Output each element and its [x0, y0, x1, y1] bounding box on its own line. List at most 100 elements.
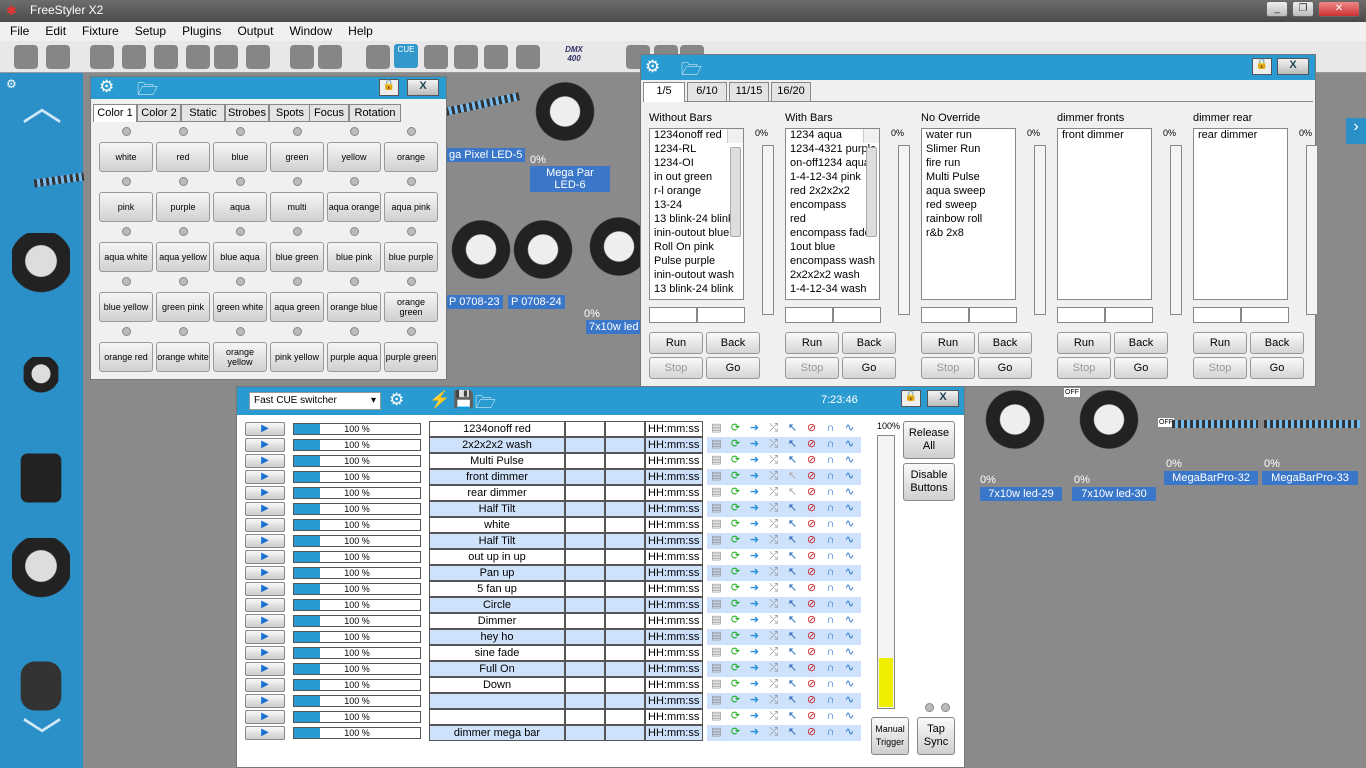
cue-time[interactable]: HH:mm:ss: [645, 501, 703, 517]
play-button[interactable]: ▶: [245, 470, 285, 484]
fixture-label[interactable]: ga Pixel LED-5: [446, 148, 526, 162]
cue-time[interactable]: HH:mm:ss: [645, 421, 703, 437]
play-button[interactable]: ▶: [245, 534, 285, 548]
mute-icon[interactable]: ⊘: [802, 533, 821, 548]
cue-cell[interactable]: [605, 533, 645, 549]
next-icon[interactable]: ➜: [745, 581, 764, 596]
cue-level-bar[interactable]: 100 %: [293, 583, 421, 595]
cursor-icon[interactable]: ↖: [783, 565, 802, 580]
lock-icon[interactable]: 🔒: [379, 79, 399, 96]
color-button-orange-red[interactable]: orange red: [99, 342, 153, 372]
play-button[interactable]: ▶: [245, 710, 285, 724]
cue-time[interactable]: HH:mm:ss: [645, 517, 703, 533]
cue-cell[interactable]: [605, 501, 645, 517]
stop-button[interactable]: Stop: [1193, 357, 1247, 379]
gear-icon[interactable]: ⚙: [389, 390, 404, 410]
override-list-item[interactable]: Pulse purple: [650, 255, 743, 269]
cue-cell[interactable]: [605, 437, 645, 453]
save-icon[interactable]: 💾: [453, 390, 474, 410]
color-button-pink-yellow[interactable]: pink yellow: [270, 342, 324, 372]
fade-icon[interactable]: ∩: [821, 661, 840, 676]
override-input[interactable]: [969, 307, 1017, 323]
next-icon[interactable]: ➜: [745, 693, 764, 708]
edit-icon[interactable]: ▤: [707, 661, 726, 676]
master-fader[interactable]: [877, 435, 895, 709]
loop-icon[interactable]: ⟳: [726, 597, 745, 612]
stop-button[interactable]: Stop: [921, 357, 975, 379]
cursor-icon[interactable]: ↖: [783, 661, 802, 676]
fade-icon[interactable]: ∩: [821, 517, 840, 532]
cue-level-bar[interactable]: 100 %: [293, 615, 421, 627]
cue-level-bar[interactable]: 100 %: [293, 631, 421, 643]
color-button-purple-green[interactable]: purple green: [384, 342, 438, 372]
cursor-icon[interactable]: ↖: [783, 613, 802, 628]
fade-icon[interactable]: ∩: [821, 485, 840, 500]
override-list-item[interactable]: encompass wash: [786, 255, 879, 269]
cue-name[interactable]: front dimmer: [429, 469, 565, 485]
cue-cell[interactable]: [605, 629, 645, 645]
wave-icon[interactable]: ∿: [840, 565, 859, 580]
scroll-down-button[interactable]: ﹀: [22, 718, 62, 758]
close-panel-button[interactable]: X: [407, 79, 439, 96]
fade-icon[interactable]: ∩: [821, 469, 840, 484]
play-button[interactable]: ▶: [245, 726, 285, 740]
loop-icon[interactable]: ⟳: [726, 517, 745, 532]
color-button-aqua-yellow[interactable]: aqua yellow: [156, 242, 210, 272]
override-list-item[interactable]: r&b 2x8: [922, 227, 1015, 241]
override-list-item[interactable]: red sweep: [922, 199, 1015, 213]
next-icon[interactable]: ➜: [745, 629, 764, 644]
toolbar-tool-icon[interactable]: [516, 45, 540, 69]
wave-icon[interactable]: ∿: [840, 581, 859, 596]
fixture-bar[interactable]: [444, 92, 521, 116]
cue-time[interactable]: HH:mm:ss: [645, 437, 703, 453]
toolbar-tool-icon[interactable]: [484, 45, 508, 69]
cursor-icon[interactable]: ↖: [783, 597, 802, 612]
cue-cell[interactable]: [605, 581, 645, 597]
cue-cell[interactable]: [565, 421, 605, 437]
cue-level-bar[interactable]: 100 %: [293, 727, 421, 739]
wave-icon[interactable]: ∿: [840, 533, 859, 548]
shuffle-icon[interactable]: ⤮: [764, 517, 783, 532]
override-fader[interactable]: [762, 145, 774, 315]
override-fader[interactable]: [1034, 145, 1046, 315]
menu-plugins[interactable]: Plugins: [172, 22, 227, 38]
release-all-button[interactable]: Release All: [903, 421, 955, 459]
cue-name[interactable]: Circle: [429, 597, 565, 613]
cue-time[interactable]: HH:mm:ss: [645, 677, 703, 693]
cue-cell[interactable]: [565, 437, 605, 453]
cue-name[interactable]: sine fade: [429, 645, 565, 661]
folder-open-icon[interactable]: 🗁: [137, 77, 158, 106]
gear-icon[interactable]: ⚙: [645, 57, 660, 77]
go-button[interactable]: Go: [706, 357, 760, 379]
cue-name[interactable]: [429, 693, 565, 709]
back-button[interactable]: Back: [978, 332, 1032, 354]
loop-icon[interactable]: ⟳: [726, 645, 745, 660]
cursor-icon[interactable]: ↖: [783, 453, 802, 468]
edit-icon[interactable]: ▤: [707, 565, 726, 580]
cue-name[interactable]: Half Tilt: [429, 533, 565, 549]
cue-time[interactable]: HH:mm:ss: [645, 581, 703, 597]
cue-cell[interactable]: [605, 725, 645, 741]
play-button[interactable]: ▶: [245, 438, 285, 452]
minimize-button[interactable]: _: [1266, 1, 1288, 17]
cue-name[interactable]: rear dimmer: [429, 485, 565, 501]
loop-icon[interactable]: ⟳: [726, 661, 745, 676]
override-list[interactable]: front dimmer: [1057, 128, 1152, 300]
play-button[interactable]: ▶: [245, 694, 285, 708]
mute-icon[interactable]: ⊘: [802, 629, 821, 644]
lock-icon[interactable]: 🔒: [901, 390, 921, 407]
expand-right-button[interactable]: ›: [1346, 118, 1366, 144]
cue-cell[interactable]: [565, 645, 605, 661]
scrollbar[interactable]: [727, 129, 743, 237]
edit-icon[interactable]: ▤: [707, 485, 726, 500]
cursor-icon[interactable]: ↖: [783, 421, 802, 436]
edit-icon[interactable]: ▤: [707, 693, 726, 708]
fade-icon[interactable]: ∩: [821, 453, 840, 468]
tab-1-5[interactable]: 1/5: [643, 82, 685, 102]
toolbar-tool-icon[interactable]: [424, 45, 448, 69]
shuffle-icon[interactable]: ⤮: [764, 725, 783, 740]
wave-icon[interactable]: ∿: [840, 485, 859, 500]
fade-icon[interactable]: ∩: [821, 677, 840, 692]
override-list-item[interactable]: aqua sweep: [922, 185, 1015, 199]
cue-cell[interactable]: [565, 549, 605, 565]
